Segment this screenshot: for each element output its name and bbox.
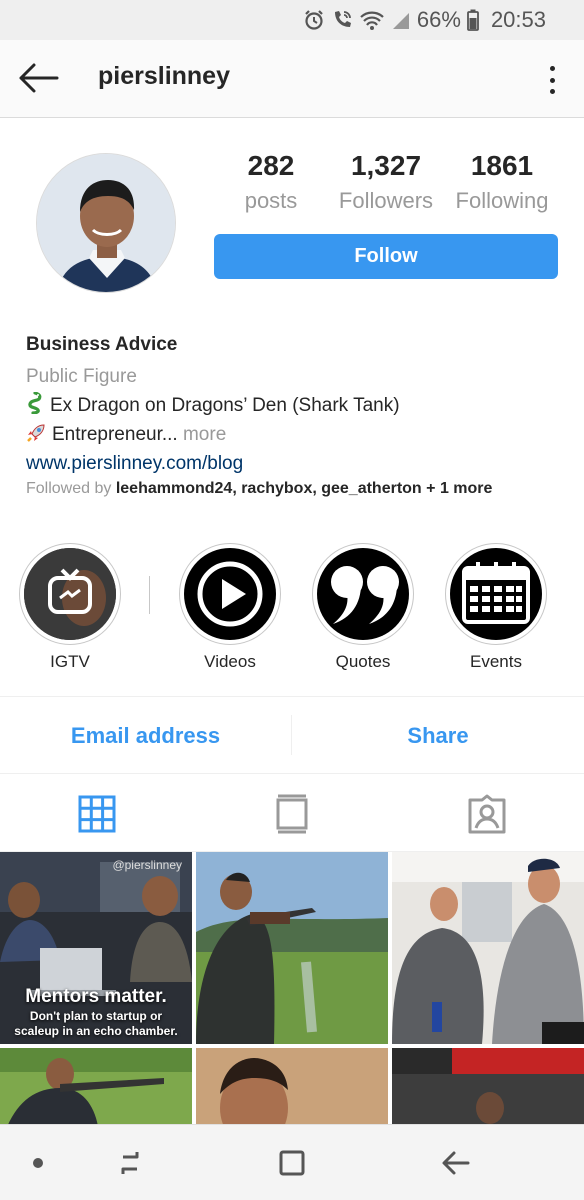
highlight-label: Events — [470, 652, 522, 671]
followed-by-suffix: + 1 more — [426, 480, 493, 497]
post-watermark: @pierslinney — [112, 858, 182, 872]
profile-stats: 282 posts 1,327 Followers 1861 Following — [214, 150, 558, 230]
stat-posts[interactable]: 282 posts — [234, 150, 308, 214]
posts-count: 282 — [247, 150, 295, 181]
highlight-events[interactable]: Events — [444, 543, 548, 672]
highlight-label: IGTV — [50, 652, 90, 671]
android-navigation-bar — [0, 1124, 584, 1200]
nav-dot-button[interactable] — [18, 1143, 58, 1183]
following-label: Following — [455, 188, 549, 213]
post-thumbnail[interactable] — [196, 852, 388, 1044]
grid-icon — [78, 795, 116, 833]
followers-label: Followers — [338, 188, 434, 213]
wifi-call-icon — [331, 9, 353, 31]
posts-label: posts — [244, 188, 298, 213]
back-icon — [442, 1151, 470, 1175]
profile-username: pierslinney — [98, 62, 230, 90]
post-subline: Don't plan to startup or — [29, 1009, 163, 1023]
profile-header-bar: pierslinney — [0, 40, 584, 118]
followed-by-user: rachybox — [241, 480, 313, 497]
tab-tagged[interactable] — [465, 792, 509, 836]
bio-website-link[interactable]: www.pierslinney.com/blog — [26, 449, 566, 478]
highlight-label: Videos — [204, 652, 256, 671]
tab-grid[interactable] — [75, 792, 119, 836]
wifi-icon — [359, 9, 385, 31]
bio-line-1-text: Ex Dragon on Dragons’ Den (Shark Tank) — [50, 395, 400, 416]
home-icon — [279, 1150, 305, 1176]
back-button[interactable] — [14, 58, 62, 98]
post-thumbnail[interactable] — [0, 1048, 192, 1126]
bio-line-1: Ex Dragon on Dragons’ Den (Shark Tank) — [26, 391, 566, 420]
post-headline: Mentors matter. — [25, 986, 167, 1007]
signal-icon — [391, 9, 411, 31]
bio-line-2-text: Entrepreneur... — [52, 424, 178, 445]
play-icon — [184, 548, 276, 640]
feed-icon — [276, 794, 308, 834]
dragon-icon — [26, 391, 44, 423]
followed-by-prefix: Followed by — [26, 480, 112, 497]
bio-category: Public Figure — [26, 366, 137, 387]
bio-name: Business Advice — [26, 334, 178, 355]
battery-percent: 66% — [416, 7, 461, 32]
share-button[interactable]: Share — [292, 697, 584, 775]
back-nav-button[interactable] — [436, 1143, 476, 1183]
battery-icon — [467, 9, 479, 31]
options-menu-button[interactable] — [540, 64, 564, 96]
alarm-icon — [303, 9, 325, 31]
bio-more-link[interactable]: more — [183, 424, 226, 445]
status-icons: 66% 20:53 — [303, 6, 546, 34]
home-button[interactable] — [272, 1143, 312, 1183]
profile-bio: Business Advice Public Figure Ex Dragon … — [26, 334, 566, 478]
profile-tabs — [0, 774, 584, 852]
arrow-left-icon — [19, 63, 59, 93]
followers-count: 1,327 — [350, 150, 422, 181]
stat-followers[interactable]: 1,327 Followers — [334, 150, 438, 214]
highlight-label: Quotes — [335, 652, 391, 671]
highlight-igtv[interactable]: IGTV — [18, 543, 122, 672]
following-count: 1861 — [470, 150, 534, 181]
rocket-icon — [26, 423, 46, 452]
quote-icon — [317, 548, 409, 640]
follow-button[interactable]: Follow — [214, 234, 558, 279]
followed-by[interactable]: Followed by leehammond24, rachybox, gee_… — [26, 480, 492, 498]
posts-grid: @pierslinney Mentors matter. Don't plan … — [0, 852, 584, 1126]
recent-apps-button[interactable] — [110, 1143, 150, 1183]
post-thumbnail[interactable] — [392, 1048, 584, 1126]
tagged-icon — [468, 794, 506, 834]
igtv-icon — [24, 548, 116, 640]
post-thumbnail[interactable] — [196, 1048, 388, 1126]
stat-following[interactable]: 1861 Following — [450, 150, 554, 214]
status-bar: 66% 20:53 — [0, 0, 584, 40]
contact-actions: Email address Share — [0, 696, 584, 774]
email-address-button[interactable]: Email address — [0, 697, 291, 775]
bio-line-2: Entrepreneur... more — [26, 420, 566, 449]
post-thumbnail[interactable] — [392, 852, 584, 1044]
highlight-videos[interactable]: Videos — [178, 543, 282, 672]
calendar-icon — [450, 548, 542, 640]
post-thumbnail[interactable]: @pierslinney Mentors matter. Don't plan … — [0, 852, 192, 1044]
tab-feed[interactable] — [270, 792, 314, 836]
dot-icon — [33, 1158, 43, 1168]
clock: 20:53 — [490, 7, 546, 32]
highlight-divider — [149, 576, 150, 614]
post-subline: scaleup in an echo chamber. — [14, 1024, 178, 1038]
highlight-quotes[interactable]: Quotes — [311, 543, 415, 672]
followed-by-user: gee_atherton — [321, 480, 422, 497]
followed-by-user: leehammond24 — [115, 480, 233, 497]
more-vertical-icon — [549, 66, 555, 71]
profile-avatar[interactable] — [36, 153, 176, 293]
recent-apps-icon — [121, 1152, 139, 1174]
